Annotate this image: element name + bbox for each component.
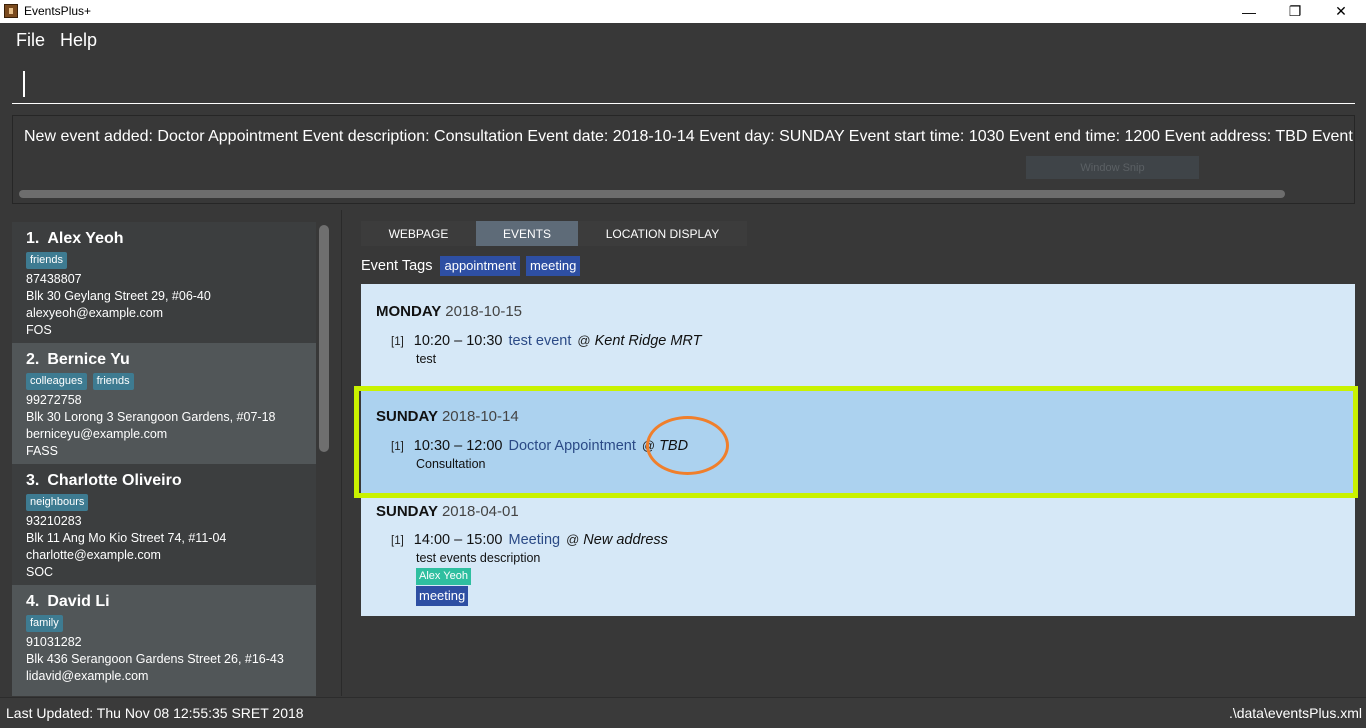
person-address: Blk 30 Lorong 3 Serangoon Gardens, #07-1… xyxy=(26,410,276,424)
person-faculty xyxy=(26,685,302,696)
data-file-path: .\data\eventsPlus.xml xyxy=(1228,705,1362,721)
event-day: SUNDAY xyxy=(376,503,438,520)
person-email: berniceyu@example.com xyxy=(26,427,168,441)
person-email: alexyeoh@example.com xyxy=(26,306,164,320)
event-tag[interactable]: meeting xyxy=(526,256,581,276)
event-at-sign: @ xyxy=(577,333,591,348)
restore-button[interactable]: ❐ xyxy=(1272,0,1318,23)
person-name: Alex Yeoh xyxy=(47,230,124,247)
person-index: 3. xyxy=(26,472,40,489)
window-snip-overlay: Window Snip xyxy=(1026,156,1199,179)
person-tag: colleagues xyxy=(26,373,87,390)
person-index: 1. xyxy=(26,230,40,247)
event-date: 2018-04-01 xyxy=(441,503,519,520)
menu-bar: File Help xyxy=(0,23,1366,59)
person-index: 2. xyxy=(26,351,40,368)
person-card[interactable]: 4. David Li family 91031282 Blk 436 Seran… xyxy=(12,585,316,696)
title-bar: EventsPlus+ — ❐ ✕ xyxy=(0,0,1366,23)
person-email: lidavid@example.com xyxy=(26,669,149,683)
person-tag: neighbours xyxy=(26,494,89,511)
result-horizontal-scrollbar[interactable] xyxy=(19,190,1285,198)
command-input[interactable] xyxy=(12,64,1355,104)
tab-location-display[interactable]: LOCATION DISPLAY xyxy=(578,221,747,246)
person-card[interactable]: 2. Bernice Yu colleagues friends 99272758 … xyxy=(12,343,316,464)
person-card[interactable]: 3. Charlotte Oliveiro neighbours 93210283… xyxy=(12,464,316,585)
result-message: New event added: Doctor Appointment Even… xyxy=(24,128,1353,145)
tab-bar: WEBPAGE EVENTS LOCATION DISPLAY xyxy=(361,221,747,246)
event-day: MONDAY xyxy=(376,303,442,320)
event-row[interactable]: [1] 10:20 – 10:30 test event @ Kent Ridge MR… xyxy=(391,332,702,350)
person-address: Blk 30 Geylang Street 29, #06-40 xyxy=(26,289,211,303)
event-day-header: SUNDAY 2018-04-01 xyxy=(376,503,519,520)
person-address: Blk 11 Ang Mo Kio Street 74, #11-04 xyxy=(26,531,227,545)
tab-webpage[interactable]: WEBPAGE xyxy=(361,221,476,246)
event-at-sign: @ xyxy=(566,532,580,547)
person-faculty: FOS xyxy=(26,323,52,337)
person-phone: 87438807 xyxy=(26,272,82,286)
person-list[interactable]: 1. Alex Yeoh friends 87438807 Blk 30 Geyl… xyxy=(12,222,316,696)
person-phone: 91031282 xyxy=(26,635,82,649)
person-name: Bernice Yu xyxy=(47,351,130,368)
window-title: EventsPlus+ xyxy=(24,4,92,18)
person-list-scrollbar[interactable] xyxy=(319,225,329,452)
event-tags-label: Event Tags xyxy=(361,258,433,274)
person-card[interactable]: 1. Alex Yeoh friends 87438807 Blk 30 Geyl… xyxy=(12,222,316,343)
last-updated-status: Last Updated: Thu Nov 08 12:55:35 SRET 2… xyxy=(6,705,304,721)
text-caret xyxy=(23,71,25,97)
person-name: Charlotte Oliveiro xyxy=(47,472,182,489)
event-tag: meeting xyxy=(416,586,469,606)
person-phone: 99272758 xyxy=(26,393,82,407)
event-address: New address xyxy=(583,532,668,548)
event-index: [1] xyxy=(391,535,404,547)
event-name: Meeting xyxy=(508,532,561,548)
person-faculty: SOC xyxy=(26,565,54,579)
event-description: test events description xyxy=(416,551,541,565)
person-tag: friends xyxy=(26,252,68,269)
highlight-annotation xyxy=(354,386,1358,498)
person-list-panel: 1. Alex Yeoh friends 87438807 Blk 30 Geyl… xyxy=(0,210,342,696)
menu-help[interactable]: Help xyxy=(60,30,97,51)
person-email: charlotte@example.com xyxy=(26,548,161,562)
event-time: 14:00 – 15:00 xyxy=(413,532,503,548)
menu-file[interactable]: File xyxy=(16,30,45,51)
event-time: 10:20 – 10:30 xyxy=(413,333,503,349)
event-person-tag: Alex Yeoh xyxy=(416,568,471,585)
event-date: 2018-10-15 xyxy=(445,303,523,320)
result-display: New event added: Doctor Appointment Even… xyxy=(12,115,1355,204)
person-tag: friends xyxy=(92,373,134,390)
tab-events[interactable]: EVENTS xyxy=(476,221,578,246)
status-bar: Last Updated: Thu Nov 08 12:55:35 SRET 2… xyxy=(0,697,1366,728)
circle-annotation xyxy=(646,416,729,475)
event-row[interactable]: [1] 14:00 – 15:00 Meeting @ New address xyxy=(391,531,668,549)
person-name: David Li xyxy=(47,593,110,610)
event-day-header: MONDAY 2018-10-15 xyxy=(376,303,522,320)
minimize-button[interactable]: — xyxy=(1226,0,1272,23)
event-name: test event xyxy=(508,333,572,349)
person-index: 4. xyxy=(26,593,40,610)
person-phone: 93210283 xyxy=(26,514,82,528)
close-button[interactable]: ✕ xyxy=(1318,0,1364,23)
event-description: test xyxy=(416,352,437,366)
event-address: Kent Ridge MRT xyxy=(594,333,702,349)
event-tag[interactable]: appointment xyxy=(440,256,521,276)
event-tags-row: Event Tags appointment meeting xyxy=(361,255,581,277)
person-address: Blk 436 Serangoon Gardens Street 26, #16… xyxy=(26,652,284,666)
event-index: [1] xyxy=(391,336,404,348)
person-faculty: FASS xyxy=(26,444,58,458)
app-icon xyxy=(4,4,18,18)
person-tag: family xyxy=(26,615,63,632)
